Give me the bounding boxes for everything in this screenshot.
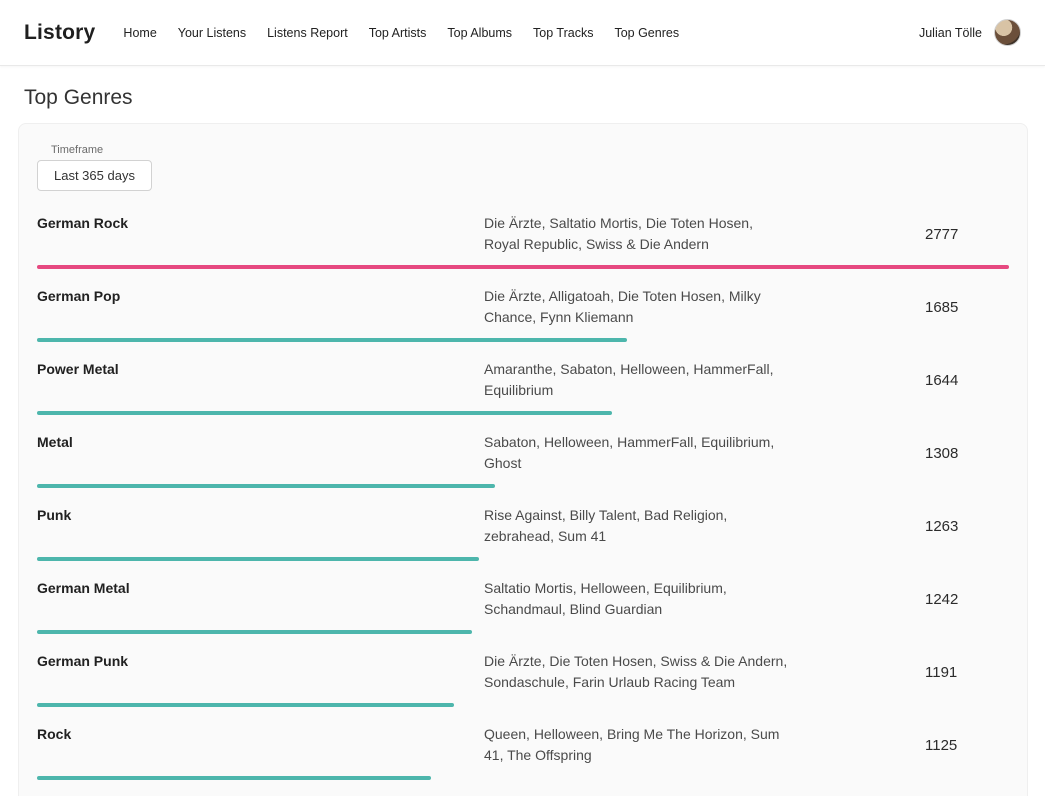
genre-row: German Punk Die Ärzte, Die Toten Hosen, … <box>37 651 1009 722</box>
genre-bar <box>37 776 431 780</box>
genre-artists: Amaranthe, Sabaton, Helloween, HammerFal… <box>484 359 789 401</box>
user-menu[interactable]: Julian Tölle <box>919 19 1021 46</box>
genre-artists: Die Ärzte, Die Toten Hosen, Swiss & Die … <box>484 651 789 693</box>
genre-artists: Die Ärzte, Saltatio Mortis, Die Toten Ho… <box>484 213 789 255</box>
genre-name: Punk <box>37 505 484 523</box>
genre-count: 1685 <box>925 299 958 316</box>
genre-bar <box>37 338 627 342</box>
genre-bar-track <box>37 338 1009 342</box>
timeframe-label: Timeframe <box>51 144 1009 156</box>
genre-count: 1308 <box>925 445 958 462</box>
genre-bar-track <box>37 703 1009 707</box>
nav-link-listens-report[interactable]: Listens Report <box>267 26 348 40</box>
genre-bar <box>37 703 454 707</box>
nav-link-top-tracks[interactable]: Top Tracks <box>533 26 593 40</box>
genre-bar-track <box>37 484 1009 488</box>
top-genres-card: Timeframe Last 365 days German Rock Die … <box>18 123 1028 796</box>
genre-name: German Punk <box>37 651 484 669</box>
genre-bar-track <box>37 630 1009 634</box>
genre-count: 2777 <box>925 226 958 243</box>
app-logo[interactable]: Listory <box>24 21 95 45</box>
genre-bar <box>37 265 1009 269</box>
genres-table: German Rock Die Ärzte, Saltatio Mortis, … <box>37 213 1009 796</box>
main-nav: Home Your Listens Listens Report Top Artist… <box>123 26 919 40</box>
genre-row: Power Metal Amaranthe, Sabaton, Hellowee… <box>37 359 1009 430</box>
genre-row: German Rock Die Ärzte, Saltatio Mortis, … <box>37 213 1009 284</box>
genre-row: Punk Rise Against, Billy Talent, Bad Rel… <box>37 505 1009 576</box>
genre-name: Metal <box>37 432 484 450</box>
genre-count: 1263 <box>925 518 958 535</box>
nav-link-top-artists[interactable]: Top Artists <box>369 26 427 40</box>
genre-bar-track <box>37 557 1009 561</box>
top-navigation-bar: Listory Home Your Listens Listens Report To… <box>0 0 1045 66</box>
genre-bar <box>37 630 472 634</box>
genre-artists: Sabaton, Helloween, HammerFall, Equilibr… <box>484 432 789 474</box>
timeframe-select[interactable]: Last 365 days <box>37 160 152 191</box>
genre-bar-track <box>37 265 1009 269</box>
genre-row: German Pop Die Ärzte, Alligatoah, Die To… <box>37 286 1009 357</box>
genre-name: German Pop <box>37 286 484 304</box>
genre-name: German Metal <box>37 578 484 596</box>
genre-bar-track <box>37 411 1009 415</box>
genre-bar-track <box>37 776 1009 780</box>
nav-link-top-genres[interactable]: Top Genres <box>614 26 679 40</box>
genre-count: 1644 <box>925 372 958 389</box>
genre-row: Metal Sabaton, Helloween, HammerFall, Eq… <box>37 432 1009 503</box>
genre-name: Rock <box>37 724 484 742</box>
genre-name: German Rock <box>37 213 484 231</box>
genre-row: German Metal Saltatio Mortis, Helloween,… <box>37 578 1009 649</box>
genre-count: 1125 <box>925 737 957 754</box>
page-title: Top Genres <box>24 86 1045 110</box>
nav-link-your-listens[interactable]: Your Listens <box>178 26 246 40</box>
genre-bar <box>37 557 479 561</box>
user-name: Julian Tölle <box>919 26 982 40</box>
genre-bar <box>37 484 495 488</box>
genre-name: Power Metal <box>37 359 484 377</box>
genre-count: 1242 <box>925 591 958 608</box>
genre-artists: Die Ärzte, Alligatoah, Die Toten Hosen, … <box>484 286 789 328</box>
genre-bar <box>37 411 612 415</box>
nav-link-top-albums[interactable]: Top Albums <box>447 26 512 40</box>
genre-artists: Rise Against, Billy Talent, Bad Religion… <box>484 505 789 547</box>
timeframe-filter: Timeframe Last 365 days <box>37 144 1009 191</box>
nav-link-home[interactable]: Home <box>123 26 156 40</box>
timeframe-value: Last 365 days <box>54 168 135 183</box>
genre-artists: Queen, Helloween, Bring Me The Horizon, … <box>484 724 789 766</box>
genre-artists: Saltatio Mortis, Helloween, Equilibrium,… <box>484 578 789 620</box>
genre-row: Rock Queen, Helloween, Bring Me The Hori… <box>37 724 1009 795</box>
genre-count: 1191 <box>925 664 957 681</box>
user-avatar[interactable] <box>994 19 1021 46</box>
